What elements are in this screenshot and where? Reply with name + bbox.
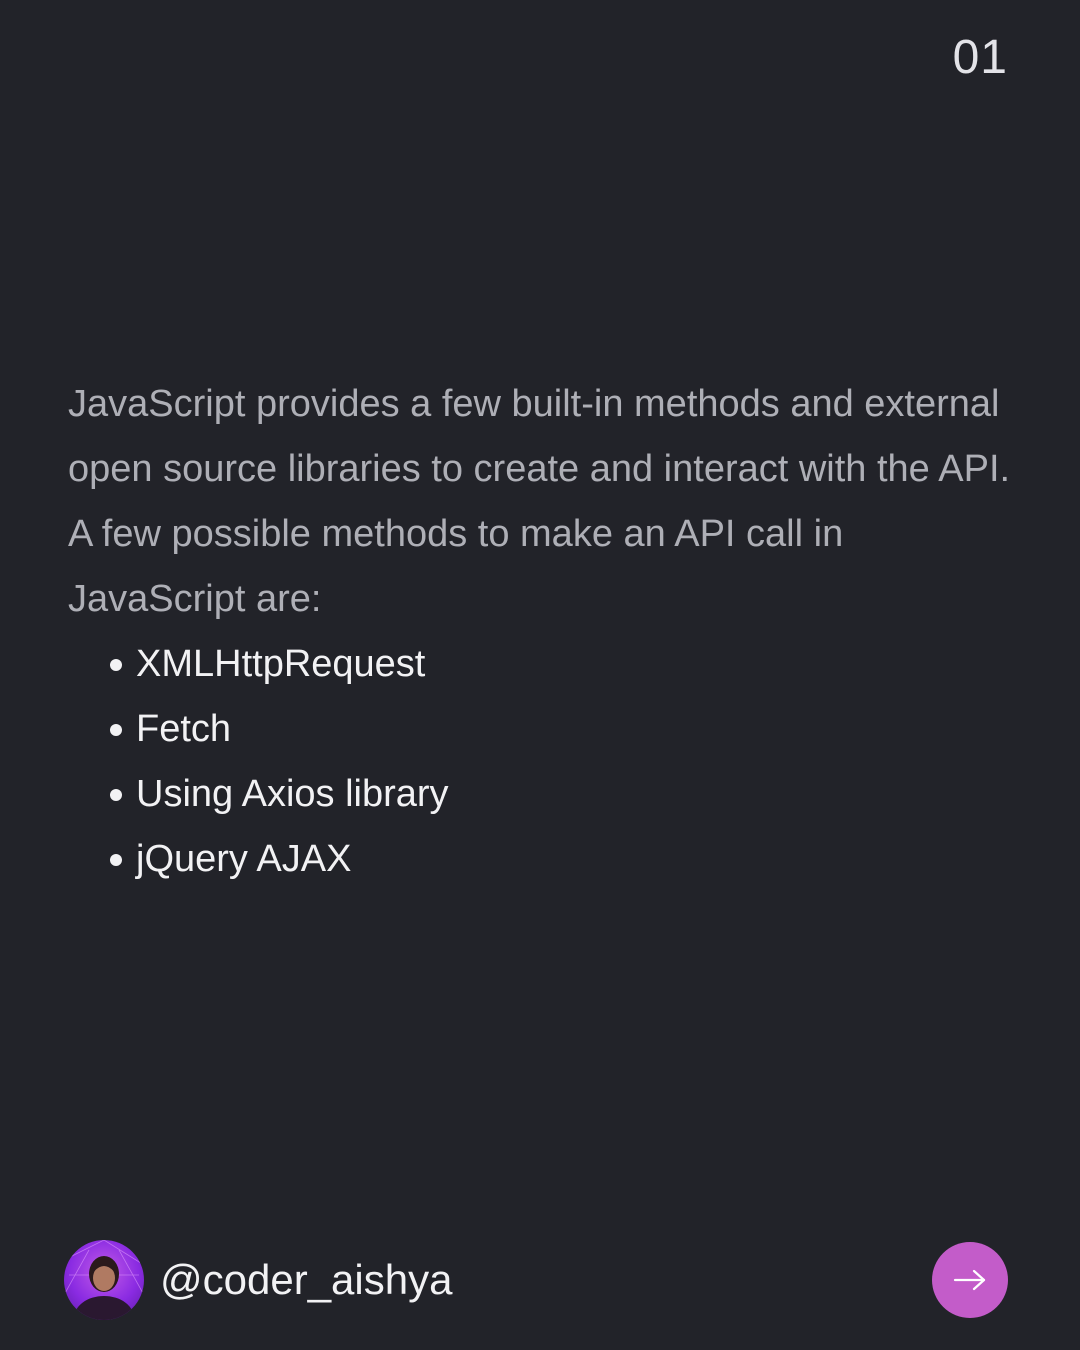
avatar[interactable] (64, 1240, 144, 1320)
bullet-icon (110, 659, 122, 671)
methods-list: XMLHttpRequest Fetch Using Axios library… (68, 632, 1028, 892)
list-item: jQuery AJAX (68, 827, 1028, 892)
list-item-label: Fetch (136, 708, 232, 750)
footer: @coder_aishya (64, 1240, 1008, 1322)
bullet-icon (110, 789, 122, 801)
main-content: JavaScript provides a few built-in metho… (68, 372, 1028, 892)
bullet-icon (110, 724, 122, 736)
avatar-portrait-icon (64, 1240, 144, 1320)
list-item-label: Using Axios library (136, 773, 449, 815)
intro-paragraph: JavaScript provides a few built-in metho… (68, 383, 1011, 620)
list-item: Using Axios library (68, 762, 1028, 827)
list-item: XMLHttpRequest (68, 632, 1028, 697)
list-item: Fetch (68, 697, 1028, 762)
page-number: 01 (952, 31, 1008, 84)
list-item-label: XMLHttpRequest (136, 643, 426, 685)
arrow-right-icon (953, 1269, 986, 1291)
author-handle: @coder_aishya (160, 1256, 453, 1303)
list-item-label: jQuery AJAX (136, 838, 352, 880)
bullet-icon (110, 854, 122, 866)
next-button[interactable] (932, 1242, 1008, 1318)
